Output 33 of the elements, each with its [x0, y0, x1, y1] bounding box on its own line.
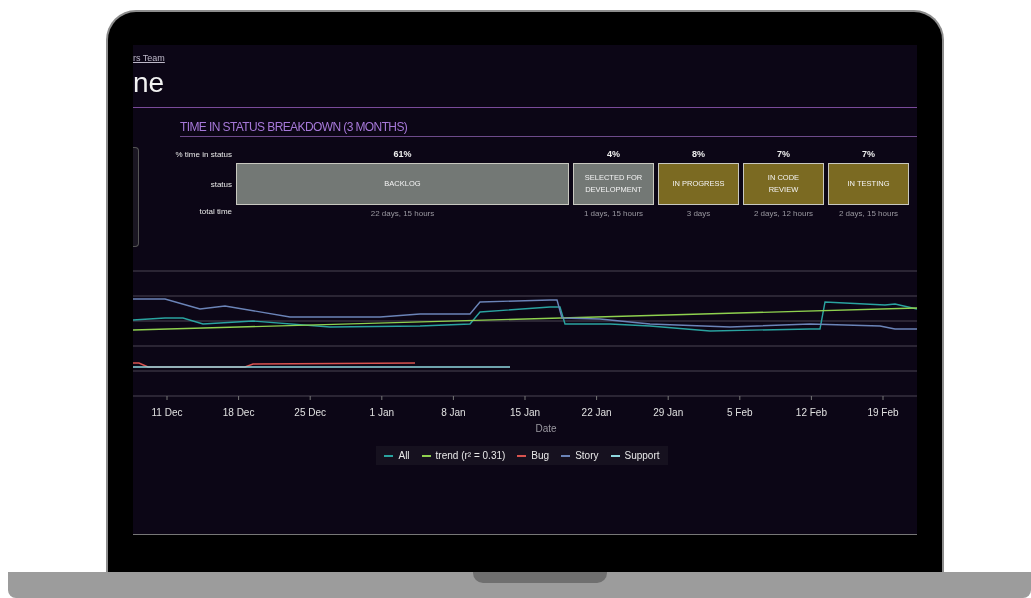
total-time: 2 days, 15 hours: [837, 209, 900, 218]
axis-title: Date: [535, 423, 557, 434]
axis-tick-label: 19 Feb: [867, 407, 899, 418]
axis-tick-label: 22 Jan: [581, 407, 612, 418]
percent-label: 4%: [606, 148, 621, 161]
percent-label: 7%: [861, 148, 876, 161]
axis-tick-label: 8 Jan: [441, 407, 466, 418]
percent-label: 7%: [776, 148, 791, 161]
legend-label[interactable]: Support: [624, 450, 660, 461]
axis-tick-label: 1 Jan: [369, 407, 395, 418]
total-time: 3 days: [685, 209, 712, 218]
axis-tick-label: 15 Jan: [510, 407, 540, 418]
axis-tick-label: 12 Feb: [795, 407, 827, 418]
row-label: total time: [198, 207, 232, 216]
axis-tick-label: 25 Dec: [294, 407, 327, 418]
page-title: ne: [133, 67, 166, 99]
legend-label[interactable]: Story: [575, 450, 599, 461]
total-time: 2 days, 12 hours: [752, 209, 815, 218]
legend-label[interactable]: All: [398, 450, 410, 461]
row-label: status: [209, 179, 232, 189]
row-label: % time in status: [174, 149, 232, 159]
section-heading: TIME IN STATUS BREAKDOWN (3 MONTHS): [180, 120, 917, 137]
legend-label[interactable]: trend (r² = 0.31): [435, 450, 506, 461]
axis-tick-label: 18 Dec: [222, 407, 255, 418]
axis-tick-label: 5 Feb: [727, 407, 753, 418]
legend-label[interactable]: Bug: [531, 450, 550, 461]
percent-label: 8%: [691, 148, 706, 161]
total-time: 1 days, 15 hours: [582, 209, 645, 218]
total-time: 22 days, 15 hours: [369, 209, 436, 218]
axis-tick-label: 29 Jan: [653, 407, 684, 418]
breadcrumb-link[interactable]: rs Team: [133, 53, 165, 63]
axis-tick-label: 11 Dec: [151, 407, 183, 418]
percent-label: 61%: [392, 148, 413, 161]
